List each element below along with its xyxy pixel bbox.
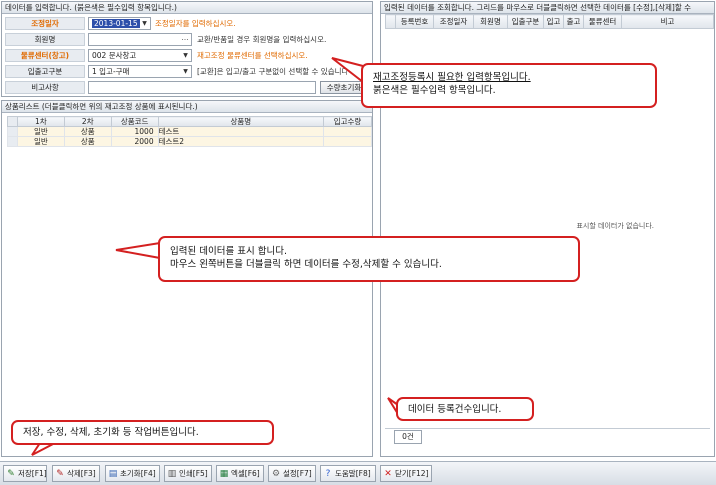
inout-type-label: 입출고구분 [5, 65, 85, 78]
inout-type-hint: [교환]은 입고/출고 구분없이 선택할 수 있습니다. [197, 67, 347, 76]
table-row[interactable]: 일반 상품 1000 테스트 [7, 126, 372, 137]
chevron-down-icon[interactable]: ▼ [181, 67, 190, 76]
cell-product-name: 테스트2 [157, 136, 325, 147]
inout-type-select[interactable]: 1 입고-구매 ▼ [88, 65, 192, 78]
close-button-label: 닫기[F12] [395, 469, 429, 478]
help-button-label: 도움말[F8] [335, 469, 371, 478]
input-form-panel: 데이터를 입력합니다. (붉은색은 필수입력 항목입니다.) 조정일자 2013… [1, 1, 373, 97]
row-indicator-header [7, 116, 18, 127]
settings-icon: ⚙ [271, 469, 281, 479]
excel-button[interactable]: ▦ 엑셀[F6] [216, 465, 264, 482]
member-input[interactable]: … [88, 33, 192, 46]
adjust-date-value: 2013-01-15 [92, 19, 140, 28]
callout-toolbar-line1: 저장, 수정, 삭제, 초기화 등 작업버튼입니다. [23, 427, 199, 438]
cell-cat2: 상품 [63, 126, 112, 137]
col-header-out[interactable]: 출고 [563, 14, 584, 29]
record-count-tab[interactable]: 0건 [394, 430, 422, 444]
empty-data-message: 표시할 데이터가 없습니다. [576, 222, 654, 230]
col-header-cat1[interactable]: 1차 [16, 116, 65, 127]
reset-button-label: 초기화[F4] [120, 469, 156, 478]
close-button[interactable]: ✕ 닫기[F12] [380, 465, 432, 482]
adjust-date-hint: 조정일자를 입력하십시오. [155, 19, 236, 28]
member-lookup-icon[interactable]: … [180, 34, 190, 45]
remarks-label: 비고사항 [5, 81, 85, 94]
cell-product-name: 테스트 [157, 126, 325, 137]
product-list-header: 상품리스트 (더블클릭하면 위의 재고조정 상품에 표시된니다.) [2, 101, 372, 113]
help-button[interactable]: ? 도움말[F8] [320, 465, 376, 482]
table-row[interactable]: 일반 상품 2000 테스트2 [7, 136, 372, 147]
col-header-member[interactable]: 회원명 [473, 14, 508, 29]
warehouse-label: 물류센터(창고) [5, 49, 85, 62]
chevron-down-icon[interactable]: ▼ [181, 51, 190, 60]
col-header-in-qty[interactable]: 입고수량 [323, 116, 372, 127]
adjust-date-picker[interactable]: 2013-01-15 ▼ [88, 17, 151, 30]
excel-icon: ▦ [219, 469, 229, 479]
row-indicator-header [385, 14, 396, 29]
input-form-header: 데이터를 입력합니다. (붉은색은 필수입력 항목입니다.) [2, 2, 372, 14]
form-row-remarks: 비고사항 수량초기화 [5, 81, 370, 94]
settings-button-label: 설정[F7] [283, 469, 312, 478]
cell-in-qty[interactable] [323, 136, 372, 147]
cell-product-code: 2000 [110, 136, 159, 147]
chevron-down-icon[interactable]: ▼ [140, 19, 149, 28]
callout-list-line2: 마우스 왼쪽버튼을 더블클릭 하면 데이터를 수정,삭제할 수 있습니다. [170, 259, 442, 270]
form-row-warehouse: 물류센터(창고) 002 문사창고 ▼ 재고조정 물류센터를 선택하십시오. [5, 49, 370, 62]
save-button[interactable]: ✎ 저장[F1] [3, 465, 47, 482]
callout-required-line2: 붉은색은 필수입력 항목입니다. [373, 85, 496, 96]
cell-cat1: 일반 [16, 126, 65, 137]
query-result-table: 등록번호 조정일자 회원명 입출구분 입고 출고 물류센터 비고 [385, 14, 714, 29]
col-header-product-code[interactable]: 상품코드 [110, 116, 159, 127]
callout-list-display: 입력된 데이터를 표시 합니다. 마우스 왼쪽버튼을 더블클릭 하면 데이터를 … [158, 236, 580, 282]
delete-button-label: 삭제[F3] [67, 469, 96, 478]
delete-button[interactable]: ✎ 삭제[F3] [52, 465, 100, 482]
col-header-remarks[interactable]: 비고 [621, 14, 714, 29]
cell-product-code: 1000 [110, 126, 159, 137]
form-row-inout-type: 입출고구분 1 입고-구매 ▼ [교환]은 입고/출고 구분없이 선택할 수 있… [5, 65, 370, 78]
col-header-in[interactable]: 입고 [543, 14, 564, 29]
col-header-warehouse[interactable]: 물류센터 [583, 14, 622, 29]
col-header-inout[interactable]: 입출구분 [507, 14, 544, 29]
callout-list-line1: 입력된 데이터를 표시 합니다. [170, 246, 287, 257]
col-header-product-name[interactable]: 상품명 [157, 116, 325, 127]
warehouse-select[interactable]: 002 문사창고 ▼ [88, 49, 192, 62]
count-strip [385, 428, 710, 446]
form-row-member: 회원명 … 교환/반품일 경우 회원명을 입력하십시오. [5, 33, 370, 46]
settings-button[interactable]: ⚙ 설정[F7] [268, 465, 316, 482]
close-icon: ✕ [384, 469, 392, 479]
print-icon: ▥ [167, 469, 177, 479]
reset-icon: ▤ [108, 469, 118, 479]
save-button-label: 저장[F1] [18, 469, 47, 478]
warehouse-hint: 재고조정 물류센터를 선택하십시오. [197, 51, 308, 60]
reset-button[interactable]: ▤ 초기화[F4] [105, 465, 160, 482]
action-toolbar: ✎ 저장[F1] ✎ 삭제[F3] ▤ 초기화[F4] ▥ 인쇄[F5] ▦ 엑… [0, 461, 716, 485]
form-row-adjust-date: 조정일자 2013-01-15 ▼ 조정일자를 입력하십시오. [5, 17, 370, 30]
cell-cat1: 일반 [16, 136, 65, 147]
row-indicator[interactable] [7, 136, 18, 147]
remarks-input[interactable] [88, 81, 316, 94]
adjust-date-label: 조정일자 [5, 17, 85, 30]
excel-button-label: 엑셀[F6] [231, 469, 260, 478]
warehouse-value: 002 문사창고 [92, 51, 137, 60]
delete-icon: ✎ [56, 469, 64, 479]
print-button-label: 인쇄[F5] [179, 469, 208, 478]
save-icon: ✎ [7, 469, 15, 479]
cell-cat2: 상품 [63, 136, 112, 147]
row-indicator[interactable] [7, 126, 18, 137]
member-hint: 교환/반품일 경우 회원명을 입력하십시오. [197, 35, 327, 44]
product-list-table: 1차 2차 상품코드 상품명 입고수량 일반 상품 1000 테스트 일반 상품… [7, 116, 372, 147]
callout-required-line1: 재고조정등록시 필요한 입력항목입니다. [373, 72, 531, 83]
query-panel-header: 입력된 데이터를 조회합니다. 그리드를 마우스로 더블클릭하면 선택한 데이터… [381, 2, 714, 14]
callout-count-display: 데이터 등록건수입니다. [396, 397, 534, 421]
col-header-reg-no[interactable]: 등록번호 [395, 14, 434, 29]
callout-count-line1: 데이터 등록건수입니다. [408, 404, 502, 415]
cell-in-qty[interactable] [323, 126, 372, 137]
callout-required-fields: 재고조정등록시 필요한 입력항목입니다. 붉은색은 필수입력 항목입니다. [361, 63, 657, 108]
col-header-adjust-date[interactable]: 조정일자 [433, 14, 474, 29]
help-icon: ? [325, 469, 331, 479]
callout-toolbar-buttons: 저장, 수정, 삭제, 초기화 등 작업버튼입니다. [11, 420, 274, 445]
col-header-cat2[interactable]: 2차 [63, 116, 112, 127]
inout-type-value: 1 입고-구매 [92, 67, 130, 76]
print-button[interactable]: ▥ 인쇄[F5] [164, 465, 212, 482]
member-label: 회원명 [5, 33, 85, 46]
